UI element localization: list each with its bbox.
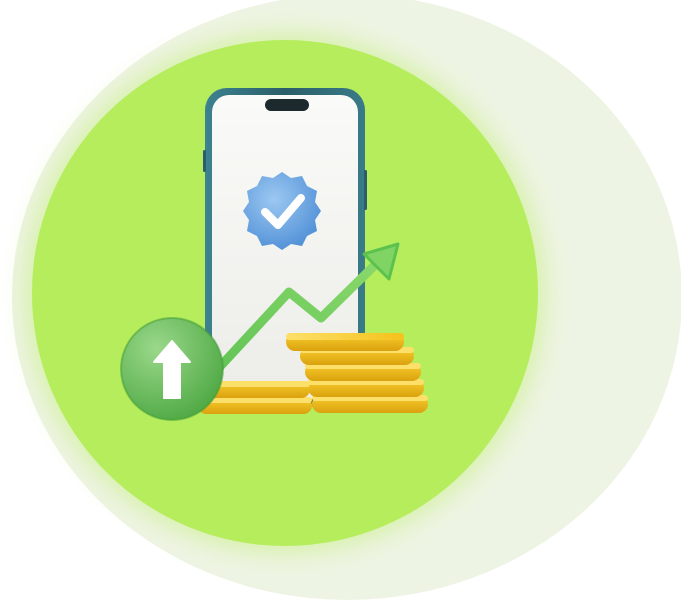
growth-illustration xyxy=(120,88,428,421)
arrow-up-circle-icon xyxy=(120,317,224,421)
hero-illustration-panel xyxy=(0,0,681,602)
